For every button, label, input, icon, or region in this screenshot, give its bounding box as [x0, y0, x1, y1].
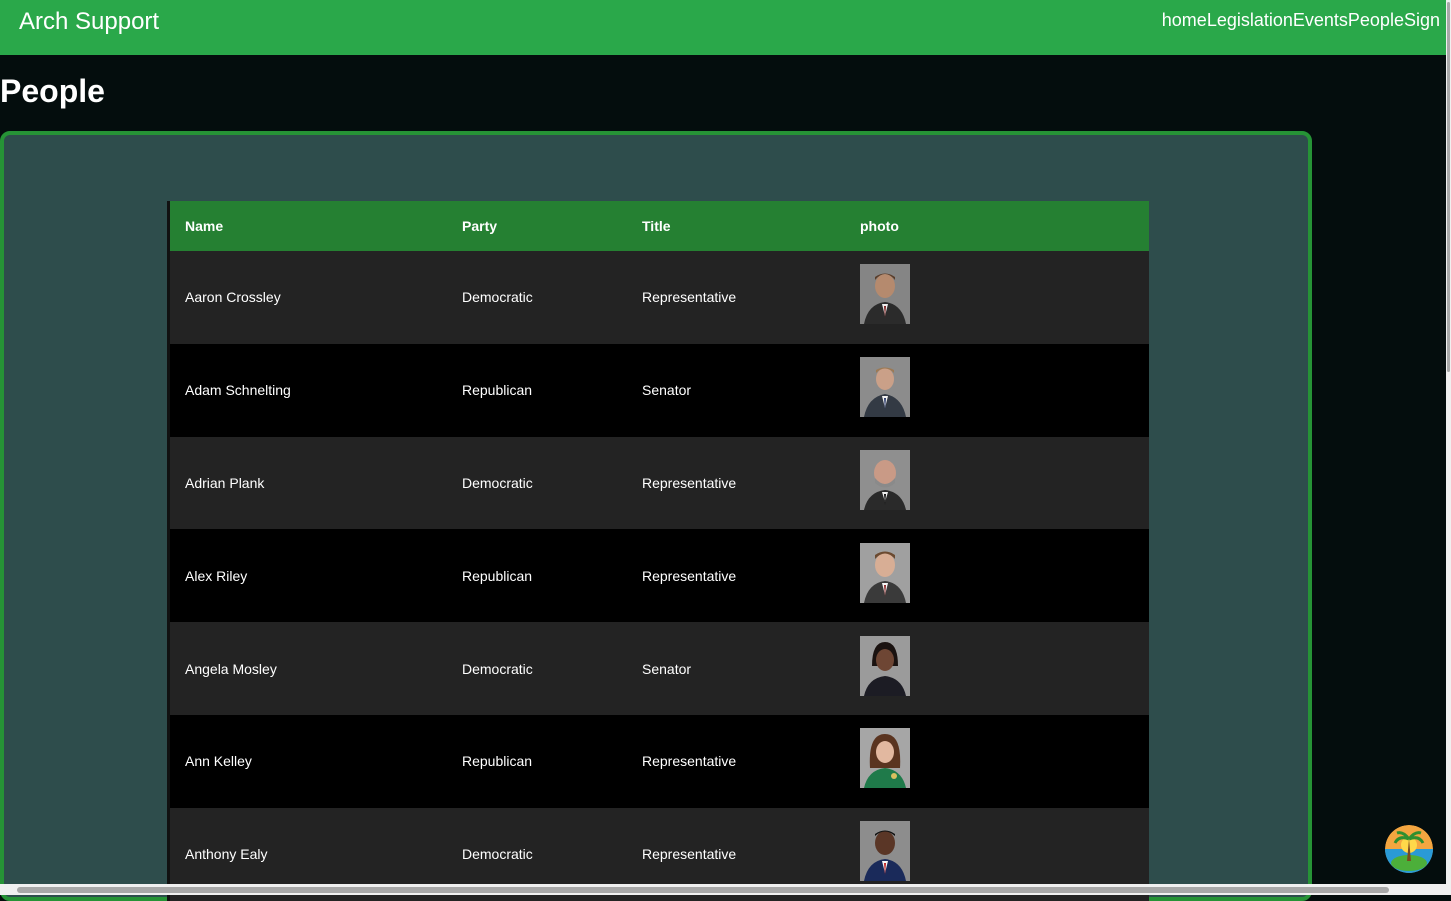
person-title: Senator	[642, 660, 692, 677]
person-name: Aaron Crossley	[185, 289, 281, 306]
people-table-container: Name Party Title photo Aaron Crossley De…	[167, 201, 1149, 901]
person-party: Democratic	[462, 660, 533, 677]
person-title: Senator	[642, 382, 692, 399]
person-photo	[860, 264, 910, 325]
nav-sign-link[interactable]: Sign	[1404, 10, 1440, 31]
column-header-name: Name	[185, 218, 224, 234]
person-title: Representative	[642, 474, 737, 491]
table-row: Angela Mosley Democratic Senator	[170, 622, 1149, 715]
top-navbar: Arch Support home Legislation Events Peo…	[0, 0, 1446, 55]
people-table: Name Party Title photo Aaron Crossley De…	[170, 201, 1149, 901]
person-name: Alex Riley	[185, 567, 248, 584]
person-party: Democratic	[462, 289, 533, 306]
person-photo-cell	[845, 715, 1149, 808]
person-photo-cell	[845, 437, 1149, 530]
person-photo-cell	[845, 251, 1149, 344]
person-party: Republican	[462, 567, 533, 584]
nav-events-link[interactable]: Events	[1293, 10, 1348, 31]
person-photo	[860, 728, 910, 789]
column-header-party: Party	[462, 218, 498, 234]
person-photo	[860, 821, 910, 882]
column-header-photo: photo	[860, 218, 899, 234]
person-name: Ann Kelley	[185, 753, 252, 770]
person-photo-cell	[845, 529, 1149, 622]
horizontal-scroll-thumb[interactable]	[17, 887, 1389, 893]
person-party: Republican	[462, 382, 533, 399]
person-photo-cell	[845, 344, 1149, 437]
nav-legislation-link[interactable]: Legislation	[1207, 10, 1293, 31]
vertical-scrollbar[interactable]	[1446, 0, 1451, 895]
person-name: Adrian Plank	[185, 474, 265, 491]
person-name: Adam Schnelting	[185, 382, 291, 399]
table-row: Ann Kelley Republican Representative	[170, 714, 1149, 808]
person-title: Representative	[642, 567, 737, 584]
person-title: Representative	[642, 753, 737, 770]
person-photo	[860, 542, 910, 603]
column-header-title: Title	[642, 218, 671, 234]
vertical-scroll-thumb[interactable]	[1447, 2, 1450, 372]
beach-logo-icon	[1385, 825, 1433, 873]
person-party: Democratic	[462, 474, 533, 491]
person-photo	[860, 635, 910, 696]
table-row: Alex Riley Republican Representative	[170, 529, 1149, 623]
horizontal-scrollbar[interactable]	[0, 884, 1446, 895]
table-row: Adrian Plank Democratic Representative	[170, 436, 1149, 530]
person-party: Republican	[462, 753, 533, 770]
nav-home-link[interactable]: home	[1162, 10, 1207, 31]
person-title: Representative	[642, 289, 737, 306]
table-header-row: Name Party Title photo	[170, 201, 1149, 251]
person-photo	[860, 449, 910, 510]
page-title: People	[0, 73, 105, 109]
person-photo	[860, 357, 910, 418]
nav-links: home Legislation Events People Sign	[1162, 10, 1440, 31]
person-photo-cell	[845, 622, 1149, 715]
brand-title[interactable]: Arch Support	[19, 8, 159, 36]
table-row: Adam Schnelting Republican Senator	[170, 343, 1149, 437]
floating-action-button[interactable]	[1385, 825, 1433, 873]
person-name: Angela Mosley	[185, 660, 277, 677]
table-row: Aaron Crossley Democratic Representative	[170, 251, 1149, 344]
nav-people-link[interactable]: People	[1348, 10, 1404, 31]
